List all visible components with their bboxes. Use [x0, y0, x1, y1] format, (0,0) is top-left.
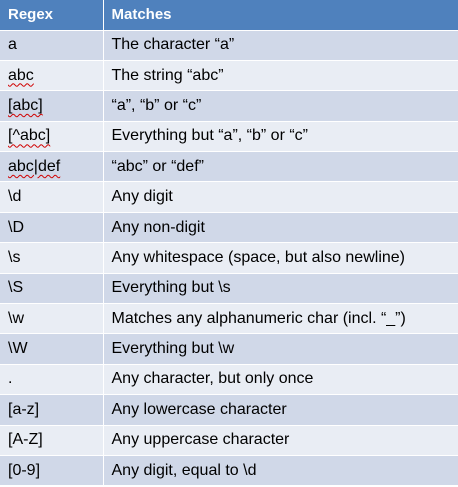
table-row: [0-9] Any digit, equal to \d [0, 455, 458, 487]
regex-cell: \w [0, 303, 104, 335]
table-row: \D Any non-digit [0, 212, 458, 244]
table-row: abc The string “abc” [0, 60, 458, 92]
header-regex: Regex [0, 0, 104, 31]
regex-pattern: \s [8, 248, 21, 266]
regex-pattern: [0-9] [8, 461, 41, 479]
matches-cell: Any lowercase character [103, 394, 458, 426]
table-row: [a-z] Any lowercase character [0, 394, 458, 426]
regex-pattern: \d [8, 188, 22, 206]
matches-cell: Matches any alphanumeric char (incl. “_”… [103, 303, 458, 335]
regex-cell: \D [0, 212, 104, 244]
regex-cell: abc|def [0, 151, 104, 183]
regex-pattern: . [8, 370, 13, 388]
regex-pattern: abc [8, 66, 34, 84]
table-header: Regex Matches [0, 0, 458, 31]
table-row: abc|def “abc” or “def” [0, 151, 458, 183]
matches-cell: “a”, “b” or “c” [103, 90, 458, 122]
regex-cheatsheet-table: Regex Matches a The character “a” abc The s… [0, 0, 458, 487]
regex-pattern: [abc] [8, 96, 43, 114]
regex-pattern: \W [8, 340, 28, 358]
matches-cell: Any whitespace (space, but also newline) [103, 242, 458, 274]
matches-cell: Everything but “a”, “b” or “c” [103, 121, 458, 153]
matches-cell: Any non-digit [103, 212, 458, 244]
table-row: [A-Z] Any uppercase character [0, 425, 458, 456]
regex-pattern: \S [8, 279, 24, 297]
table-row: \S Everything but \s [0, 273, 458, 305]
table-row: [abc] “a”, “b” or “c” [0, 90, 458, 122]
regex-pattern: abc|def [8, 157, 61, 175]
matches-cell: The character “a” [103, 30, 458, 61]
table-row: \d Any digit [0, 181, 458, 213]
table-row: \w Matches any alphanumeric char (incl. “… [0, 303, 458, 335]
matches-cell: Any digit [103, 181, 458, 213]
table-row: a The character “a” [0, 30, 458, 61]
regex-cell: \S [0, 273, 104, 305]
regex-cell: . [0, 364, 104, 396]
regex-cell: [^abc] [0, 121, 104, 153]
matches-cell: Everything but \w [103, 333, 458, 365]
matches-cell: “abc” or “def” [103, 151, 458, 183]
table-row: \s Any whitespace (space, but also newlin… [0, 242, 458, 274]
regex-cell: \d [0, 181, 104, 213]
regex-pattern: [^abc] [8, 127, 51, 145]
matches-cell: Any digit, equal to \d [103, 455, 458, 487]
regex-cell: \W [0, 333, 104, 365]
regex-pattern: [a-z] [8, 400, 40, 418]
table-row: [^abc] Everything but “a”, “b” or “c” [0, 121, 458, 153]
matches-cell: Everything but \s [103, 273, 458, 305]
header-row: Regex Matches [0, 0, 458, 31]
regex-pattern: [A-Z] [8, 431, 43, 449]
regex-cell: a [0, 30, 104, 61]
matches-cell: Any character, but only once [103, 364, 458, 396]
table-body: a The character “a” abc The string “abc” [ab… [0, 30, 458, 487]
regex-pattern: \w [8, 309, 24, 327]
table-row: \W Everything but \w [0, 333, 458, 365]
header-matches: Matches [103, 0, 458, 31]
regex-cell: [A-Z] [0, 425, 104, 456]
regex-pattern: a [8, 36, 17, 54]
regex-cell: [abc] [0, 90, 104, 122]
table-row: . Any character, but only once [0, 364, 458, 396]
regex-table: Regex Matches a The character “a” abc The s… [0, 0, 458, 487]
regex-cell: [0-9] [0, 455, 104, 487]
regex-cell: \s [0, 242, 104, 274]
regex-cell: abc [0, 60, 104, 92]
matches-cell: Any uppercase character [103, 425, 458, 456]
regex-cell: [a-z] [0, 394, 104, 426]
regex-pattern: \D [8, 218, 24, 236]
matches-cell: The string “abc” [103, 60, 458, 92]
